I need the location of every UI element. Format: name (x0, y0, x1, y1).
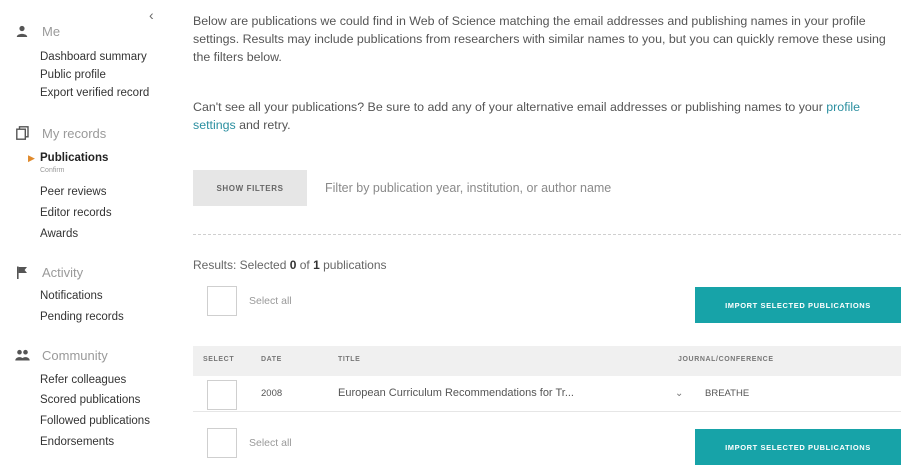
sidebar-section-activity[interactable]: Activity (14, 263, 83, 281)
results-suffix: publications (319, 258, 387, 272)
sidebar-section-my-records[interactable]: My records (14, 124, 106, 142)
sidebar-item-publications[interactable]: Publications (40, 151, 108, 165)
sidebar-section-label: Me (42, 23, 61, 39)
results-total-count: 1 (313, 258, 320, 272)
sidebar-item-peer-reviews[interactable]: Peer reviews (40, 185, 106, 199)
person-icon (14, 23, 30, 39)
sidebar: ‹ Me Dashboard summary Public profile Ex… (0, 0, 178, 465)
page: ‹ Me Dashboard summary Public profile Ex… (0, 0, 901, 465)
help-text-suffix: and retry. (235, 118, 291, 132)
column-header-date[interactable]: DATE (261, 356, 282, 363)
intro-paragraph: Below are publications we could find in … (193, 14, 886, 64)
sidebar-item-editor-records[interactable]: Editor records (40, 206, 112, 220)
sidebar-section-label: Community (42, 347, 108, 363)
show-filters-button[interactable]: SHOW FILTERS (193, 170, 307, 206)
help-paragraph: Can't see all your publications? Be sure… (193, 98, 893, 134)
results-middle: of (296, 258, 314, 272)
help-text-prefix: Can't see all your publications? Be sure… (193, 100, 827, 114)
sidebar-item-public-profile[interactable]: Public profile (40, 68, 106, 82)
select-all-label: Select all (249, 295, 292, 307)
select-all-label: Select all (249, 437, 292, 449)
sidebar-item-endorsements[interactable]: Endorsements (40, 435, 114, 449)
import-selected-button-bottom[interactable]: IMPORT SELECTED PUBLICATIONS (695, 429, 901, 465)
sidebar-item-notifications[interactable]: Notifications (40, 289, 103, 303)
row-title[interactable]: European Curriculum Recommendations for … (338, 387, 574, 399)
sidebar-item-scored-publications[interactable]: Scored publications (40, 393, 140, 407)
sidebar-item-followed-publications[interactable]: Followed publications (40, 414, 150, 428)
filter-input[interactable] (325, 181, 865, 195)
results-summary: Results: Selected 0 of 1 publications (193, 258, 387, 272)
sidebar-section-label: My records (42, 125, 107, 141)
filter-bar: SHOW FILTERS (193, 170, 901, 206)
divider (193, 234, 901, 235)
publications-table: SELECT DATE TITLE JOURNAL/CONFERENCE 200… (193, 346, 901, 412)
select-all-top: Select all (207, 286, 292, 316)
column-header-journal[interactable]: JOURNAL/CONFERENCE (678, 356, 774, 363)
row-select-checkbox[interactable] (207, 380, 237, 410)
chevron-left-icon[interactable]: ‹ (149, 7, 154, 23)
sidebar-item-refer-colleagues[interactable]: Refer colleagues (40, 373, 126, 387)
flag-icon (14, 264, 30, 280)
sidebar-item-export-verified-record[interactable]: Export verified record (40, 86, 149, 100)
sidebar-item-pending-records[interactable]: Pending records (40, 310, 124, 324)
chevron-down-icon[interactable]: ⌄ (675, 388, 683, 399)
sidebar-section-community[interactable]: Community (14, 346, 108, 364)
import-selected-button-top[interactable]: IMPORT SELECTED PUBLICATIONS (695, 287, 901, 323)
table-header: SELECT DATE TITLE JOURNAL/CONFERENCE (193, 346, 901, 376)
sidebar-item-dashboard-summary[interactable]: Dashboard summary (40, 50, 147, 64)
select-all-checkbox[interactable] (207, 286, 237, 316)
column-header-title[interactable]: TITLE (338, 356, 360, 363)
row-journal: BREATHE (705, 388, 750, 399)
select-all-bottom: Select all (207, 428, 292, 458)
table-row: 2008 European Curriculum Recommendations… (193, 376, 901, 412)
sidebar-section-label: Activity (42, 264, 84, 280)
row-date: 2008 (261, 388, 283, 399)
column-header-select: SELECT (203, 356, 235, 363)
sidebar-subitem-confirm[interactable]: Confirm (40, 167, 65, 175)
results-prefix: Results: Selected (193, 258, 290, 272)
select-all-checkbox[interactable] (207, 428, 237, 458)
people-icon (14, 347, 30, 363)
active-item-arrow-icon: ▶ (28, 153, 35, 163)
sidebar-section-me[interactable]: Me (14, 22, 60, 40)
documents-icon (14, 125, 30, 141)
sidebar-item-awards[interactable]: Awards (40, 227, 78, 241)
